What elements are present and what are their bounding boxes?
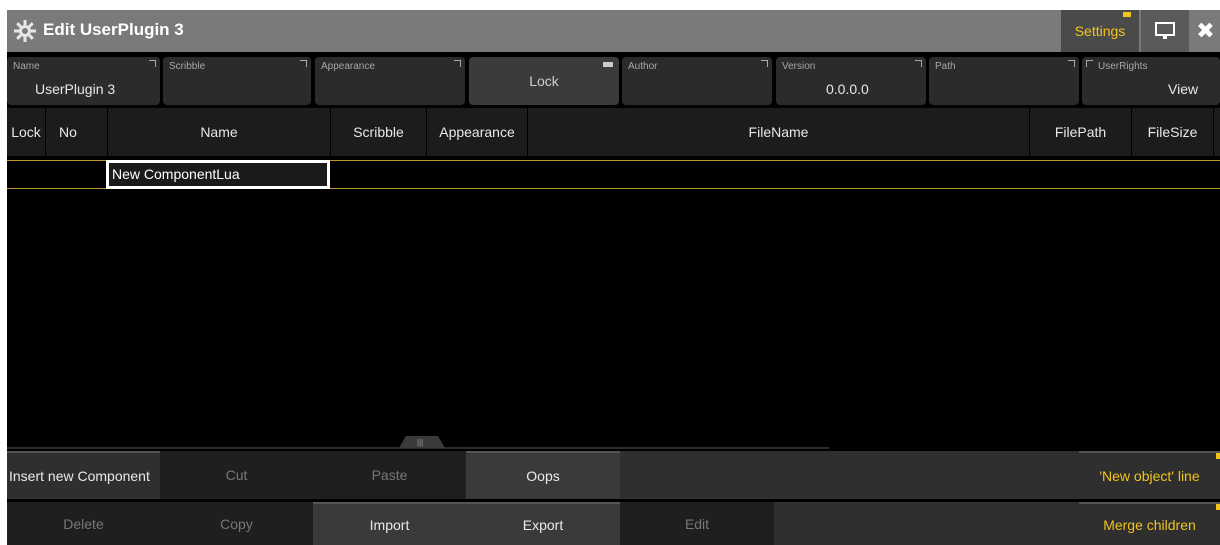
name-label: Name — [13, 61, 40, 72]
close-button[interactable]: ✖ — [1191, 10, 1220, 52]
author-label: Author — [628, 61, 658, 72]
edit-corner-icon — [149, 60, 156, 67]
column-header-appearance[interactable]: Appearance — [427, 108, 528, 156]
appearance-property[interactable]: Appearance — [315, 57, 465, 105]
window-title: Edit UserPlugin 3 — [43, 20, 184, 39]
author-property[interactable]: Author — [622, 57, 772, 105]
property-bar: Name UserPlugin 3 Scribble Appearance Lo… — [7, 54, 1220, 106]
table-header: Lock No Name Scribble Appearance FileNam… — [7, 108, 1220, 156]
oops-button[interactable]: Oops — [466, 451, 620, 499]
column-header-name[interactable]: Name — [108, 108, 331, 156]
path-label: Path — [935, 61, 956, 72]
title-bar: Edit UserPlugin 3 Settings ✖ — [7, 10, 1220, 52]
merge-children-button[interactable]: Merge children — [1079, 502, 1220, 545]
toggle-indicator — [1216, 453, 1220, 459]
empty-button-slot — [620, 451, 1079, 499]
monitor-button[interactable] — [1141, 10, 1189, 52]
userrights-property[interactable]: UserRights View — [1082, 57, 1220, 105]
monitor-icon — [1155, 22, 1175, 39]
scribble-property[interactable]: Scribble — [163, 57, 311, 105]
column-header-filepath[interactable]: FilePath — [1030, 108, 1132, 156]
scribble-label: Scribble — [169, 61, 206, 72]
settings-label: Settings — [1074, 23, 1126, 39]
settings-button[interactable]: Settings — [1061, 10, 1139, 52]
lock-property[interactable]: Lock — [469, 57, 619, 105]
new-row-name-cell[interactable]: New ComponentLua — [106, 160, 330, 189]
name-property[interactable]: Name UserPlugin 3 — [7, 57, 160, 105]
version-value: 0.0.0.0 — [826, 81, 869, 97]
new-object-line-button[interactable]: 'New object' line — [1079, 451, 1220, 499]
insert-new-component-button[interactable]: Insert new Component — [7, 451, 160, 499]
copy-button[interactable]: Copy — [160, 502, 313, 545]
grip-icon: ||| — [417, 438, 424, 447]
close-icon: ✖ — [1196, 18, 1215, 43]
edit-corner-icon — [454, 60, 461, 67]
gear-icon[interactable] — [13, 19, 37, 43]
edit-corner-icon — [761, 60, 768, 67]
userrights-value: View — [1168, 81, 1199, 97]
edit-corner-icon — [300, 60, 307, 67]
empty-button-slot — [774, 502, 1079, 545]
column-header-scribble[interactable]: Scribble — [331, 108, 427, 156]
paste-button[interactable]: Paste — [313, 451, 466, 499]
edit-corner-icon — [915, 60, 922, 67]
name-value: UserPlugin 3 — [35, 81, 116, 97]
export-button[interactable]: Export — [466, 502, 620, 545]
appearance-label: Appearance — [321, 61, 375, 72]
merge-children-label: Merge children — [1103, 516, 1196, 533]
cut-button[interactable]: Cut — [160, 451, 313, 499]
edit-corner-icon — [1068, 60, 1075, 67]
toggle-indicator — [1216, 504, 1220, 510]
column-header-no[interactable]: No — [46, 108, 108, 156]
edit-userplugin-window: Edit UserPlugin 3 Settings ✖ Name UserPl… — [7, 10, 1220, 545]
version-property[interactable]: Version 0.0.0.0 — [776, 57, 926, 105]
edit-button[interactable]: Edit — [620, 502, 774, 545]
edit-corner-icon — [1086, 60, 1093, 67]
delete-button[interactable]: Delete — [7, 502, 160, 545]
column-header-filename[interactable]: FileName — [528, 108, 1030, 156]
import-button[interactable]: Import — [313, 502, 466, 545]
path-property[interactable]: Path — [929, 57, 1079, 105]
table-body — [7, 189, 1220, 447]
column-header-filesize[interactable]: FileSize — [1132, 108, 1214, 156]
userrights-label: UserRights — [1098, 61, 1148, 72]
settings-indicator — [1123, 12, 1131, 17]
column-header-lock[interactable]: Lock — [7, 108, 46, 156]
lock-toggle-indicator — [603, 62, 613, 67]
lock-value: Lock — [529, 73, 559, 89]
version-label: Version — [782, 61, 816, 72]
new-object-line-label: 'New object' line — [1099, 468, 1200, 484]
